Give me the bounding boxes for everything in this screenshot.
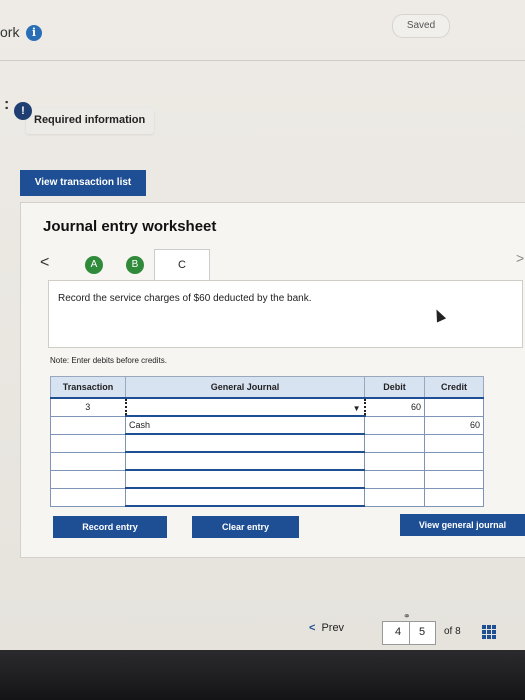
transaction-cell: 3 — [50, 397, 126, 417]
saved-status: Saved — [392, 14, 450, 38]
current-page[interactable]: 4 — [395, 626, 401, 638]
tab-a[interactable]: A — [85, 256, 103, 274]
transaction-cell — [50, 415, 126, 435]
account-dropdown[interactable]: Cash — [125, 415, 365, 435]
credit-input[interactable]: 60 — [424, 415, 484, 435]
record-entry-button[interactable]: Record entry — [53, 516, 167, 538]
prev-label: Prev — [321, 622, 345, 634]
table-row: Cash 60 — [50, 415, 484, 435]
header-credit: Credit — [424, 376, 484, 399]
table-row — [50, 433, 484, 453]
debit-input[interactable]: 60 — [364, 397, 425, 417]
chevron-left-icon: < — [309, 622, 316, 634]
header-debit: Debit — [364, 376, 425, 399]
clear-entry-button[interactable]: Clear entry — [192, 516, 299, 538]
journal-table: Transaction General Journal Debit Credit… — [50, 376, 484, 507]
monitor-bezel — [0, 650, 525, 700]
tab-b[interactable]: B — [126, 256, 144, 274]
account-dropdown[interactable]: ▼ — [124, 397, 366, 417]
transaction-description: Record the service charges of $60 deduct… — [58, 293, 312, 304]
view-transaction-list-button[interactable]: View transaction list — [20, 170, 146, 196]
transaction-cell — [50, 469, 126, 489]
debit-input[interactable] — [364, 469, 425, 489]
account-dropdown[interactable] — [125, 451, 365, 471]
table-row — [50, 487, 484, 507]
table-row — [50, 451, 484, 471]
header-general-journal: General Journal — [125, 376, 365, 399]
alert-icon: ! — [14, 102, 32, 120]
account-dropdown[interactable] — [125, 433, 365, 453]
credit-input[interactable] — [424, 397, 484, 417]
credit-input[interactable] — [424, 433, 484, 453]
worksheet-title: Journal entry worksheet — [43, 218, 217, 235]
info-icon[interactable]: i — [26, 25, 42, 41]
table-row — [50, 469, 484, 489]
table-row: 3 ▼ 60 — [50, 397, 484, 417]
debit-input[interactable] — [364, 451, 425, 471]
alert-colon: : — [4, 96, 10, 113]
header-transaction: Transaction — [50, 376, 126, 399]
transaction-cell — [50, 451, 126, 471]
transaction-cell — [50, 433, 126, 453]
debit-input[interactable] — [364, 487, 425, 507]
page-selector[interactable]: 4 5 — [382, 621, 436, 645]
entry-note: Note: Enter debits before credits. — [50, 356, 167, 365]
debit-input[interactable] — [364, 433, 425, 453]
chevron-right-icon[interactable]: > — [516, 250, 524, 266]
account-dropdown[interactable] — [125, 469, 365, 489]
account-dropdown[interactable] — [125, 487, 365, 507]
transaction-description-box — [48, 280, 523, 348]
credit-input[interactable] — [424, 487, 484, 507]
view-general-journal-button[interactable]: View general journal — [400, 514, 525, 536]
transaction-cell — [50, 487, 126, 507]
debit-input[interactable] — [364, 415, 425, 435]
app-screen: ork i Saved : ! Required information Vie… — [0, 0, 525, 650]
assignment-title: ork — [0, 24, 20, 40]
prev-button[interactable]: < Prev — [309, 622, 344, 634]
tab-c[interactable]: C — [154, 249, 210, 282]
page-total: of 8 — [444, 626, 461, 637]
credit-input[interactable] — [424, 451, 484, 471]
next-page[interactable]: 5 — [419, 626, 425, 638]
header-divider — [0, 60, 525, 61]
credit-input[interactable] — [424, 469, 484, 489]
page-divider — [409, 622, 410, 644]
chevron-left-icon[interactable]: < — [40, 254, 49, 272]
required-info-label[interactable]: Required information — [34, 114, 145, 126]
dropdown-arrow-icon[interactable]: ▼ — [353, 404, 361, 413]
grid-menu-icon[interactable] — [482, 625, 496, 639]
